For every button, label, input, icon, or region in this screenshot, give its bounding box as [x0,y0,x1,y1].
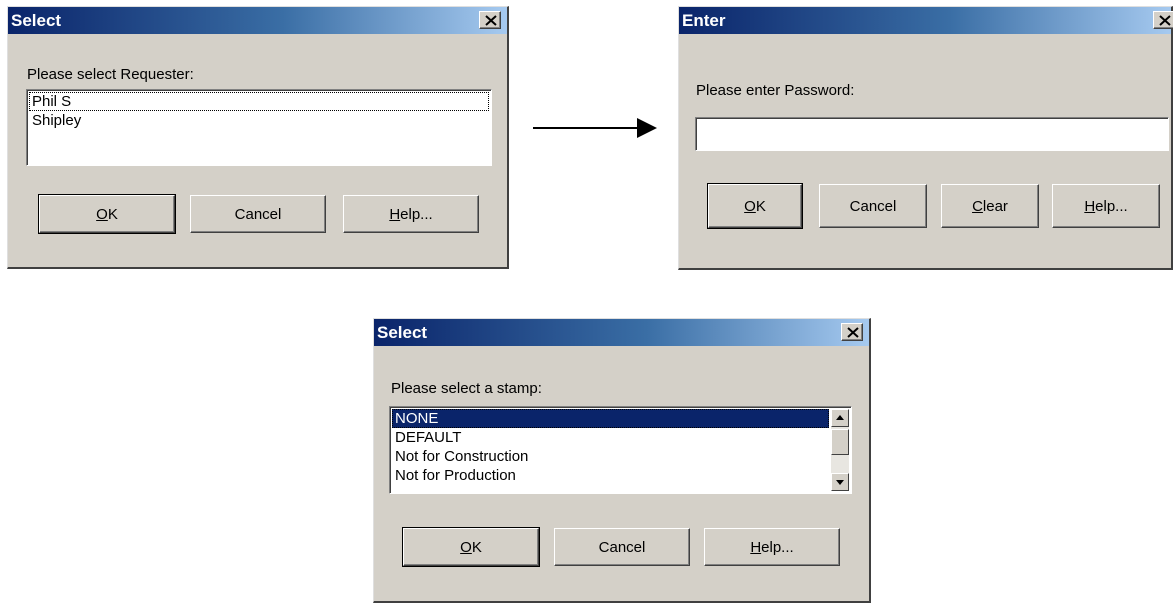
list-item[interactable]: Not for Production [392,466,829,485]
help-button[interactable]: Help... [343,195,479,233]
cancel-button[interactable]: Cancel [190,195,326,233]
help-button[interactable]: Help... [704,528,840,566]
dialog-titlebar[interactable]: Select [8,7,507,34]
help-mnemonic: H [389,205,401,223]
scroll-up-arrow-icon [836,415,844,420]
scroll-down-arrow-icon [836,480,844,485]
clear-mnemonic: C [972,197,983,215]
ok-mnemonic: O [744,197,756,215]
help-label-rest: elp... [400,205,433,223]
password-prompt: Please enter Password: [696,82,855,99]
arrow-right-icon [533,118,657,138]
enter-password-dialog: Enter Please enter Password: OK Cancel C… [678,6,1173,270]
close-x-icon [1159,15,1171,26]
close-x-icon [485,15,497,26]
clear-label-rest: lear [982,197,1008,215]
cancel-label: Cancel [598,538,646,556]
stamp-prompt: Please select a stamp: [391,380,542,397]
password-field[interactable] [695,117,1169,151]
list-item[interactable]: NONE [392,409,829,428]
scroll-thumb[interactable] [831,429,849,455]
close-button[interactable] [1153,11,1173,29]
list-item[interactable]: DEFAULT [392,428,829,447]
close-x-icon [847,327,859,338]
cancel-label: Cancel [849,197,897,215]
dialog-titlebar[interactable]: Select [374,319,869,346]
dialog-title: Select [11,11,62,30]
requester-prompt: Please select Requester: [27,66,194,83]
ok-button[interactable]: OK [38,194,176,234]
dialog-title: Select [377,323,428,342]
list-item[interactable]: Shipley [29,111,489,130]
ok-label-rest: K [471,538,482,556]
ok-button[interactable]: OK [402,527,540,567]
help-label-rest: elp... [1095,197,1128,215]
select-stamp-dialog: Select Please select a stamp: NONE DEFAU… [373,318,871,603]
close-button[interactable] [841,323,863,341]
help-button[interactable]: Help... [1052,184,1160,228]
scroll-up-button[interactable] [831,409,849,427]
cancel-button[interactable]: Cancel [819,184,927,228]
help-mnemonic: H [750,538,762,556]
cancel-label: Cancel [234,205,282,223]
ok-button[interactable]: OK [707,183,803,229]
dialog-title: Enter [682,11,726,30]
requester-listbox[interactable]: Phil S Shipley [26,89,492,166]
cancel-button[interactable]: Cancel [554,528,690,566]
stamp-listbox[interactable]: NONE DEFAULT Not for Construction Not fo… [389,406,852,494]
list-item[interactable]: Phil S [29,92,489,111]
list-item[interactable]: Not for Construction [392,447,829,466]
ok-mnemonic: O [96,205,108,223]
select-requester-dialog: Select Please select Requester: Phil S S… [7,6,509,269]
scroll-down-button[interactable] [831,473,849,491]
dialog-titlebar[interactable]: Enter [679,7,1173,34]
ok-label-rest: K [755,197,766,215]
ok-mnemonic: O [460,538,472,556]
ok-label-rest: K [107,205,118,223]
help-mnemonic: H [1084,197,1096,215]
help-label-rest: elp... [761,538,794,556]
clear-button[interactable]: Clear [941,184,1039,228]
close-button[interactable] [479,11,501,29]
stamp-scrollbar[interactable] [831,409,849,491]
